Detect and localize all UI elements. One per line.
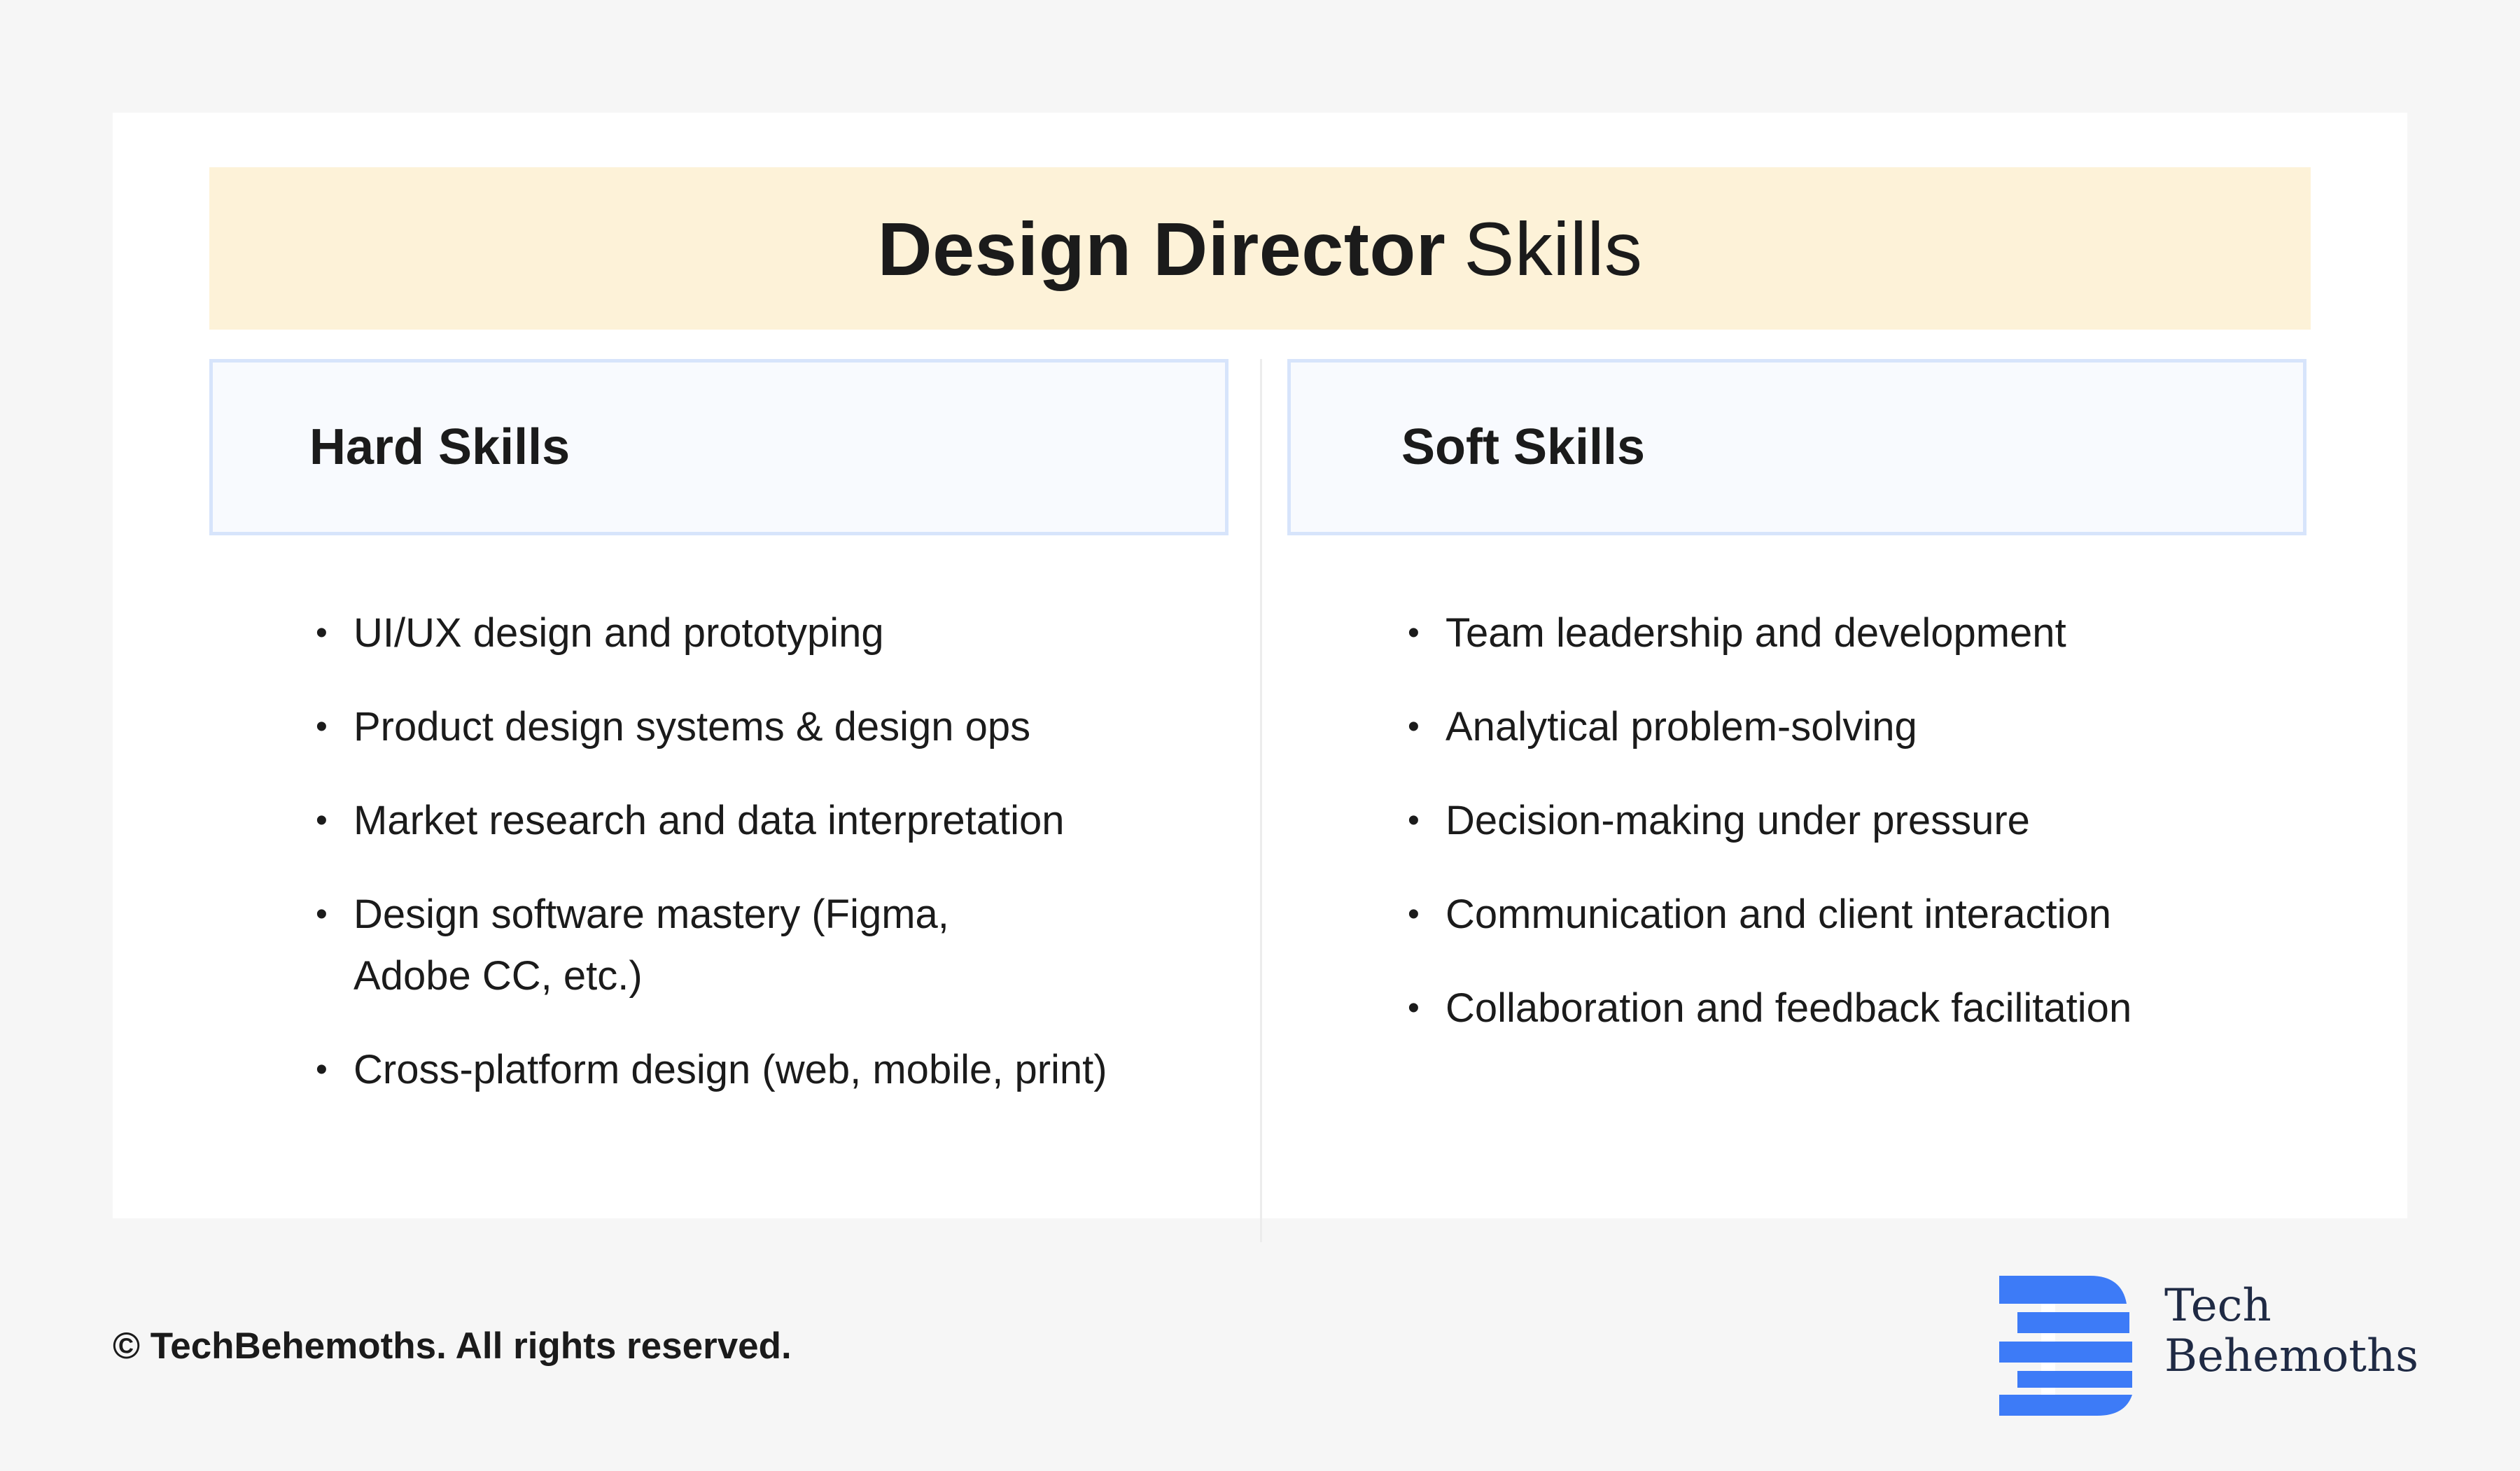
list-item: • Communication and client interaction bbox=[1408, 884, 2388, 945]
bullet: • bbox=[1408, 802, 1420, 839]
bullet: • bbox=[1408, 990, 1420, 1027]
copyright-text: © TechBehemoths. All rights reserved. bbox=[113, 1325, 792, 1367]
bullet: • bbox=[1408, 708, 1420, 745]
list-item: • Collaboration and feedback facilitation bbox=[1408, 978, 2388, 1039]
hard-skills-list: • UI/UX design and prototyping • Product d… bbox=[316, 603, 1226, 1133]
column-divider bbox=[1260, 359, 1262, 1242]
soft-skills-list: • Team leadership and development • Analyt… bbox=[1408, 603, 2388, 1071]
bullet: • bbox=[316, 896, 328, 933]
list-item: • Product design systems & design ops bbox=[316, 696, 1226, 758]
title-banner: Design Director Skills bbox=[209, 167, 2311, 330]
brand-line-2: Behemoths bbox=[2164, 1330, 2418, 1382]
skills-card: Design Director Skills Hard Skills Soft … bbox=[113, 113, 2407, 1242]
title-light: Skills bbox=[1464, 206, 1643, 291]
bullet: • bbox=[316, 614, 328, 652]
list-item: • Design software mastery (Figma, Adobe C… bbox=[316, 884, 1054, 1007]
list-item: • Cross-platform design (web, mobile, pri… bbox=[316, 1039, 1226, 1101]
bullet: • bbox=[1408, 614, 1420, 652]
bullet: • bbox=[1408, 896, 1420, 933]
bullet: • bbox=[316, 802, 328, 839]
list-item: • Market research and data interpretation bbox=[316, 790, 1226, 852]
hard-skills-title: Hard Skills bbox=[309, 419, 570, 475]
techbehemoths-logo-icon bbox=[1999, 1276, 2132, 1416]
list-item: • Analytical problem-solving bbox=[1408, 696, 2388, 758]
brand-wordmark: Tech Behemoths bbox=[2164, 1281, 2418, 1381]
bullet: • bbox=[316, 708, 328, 745]
hard-skills-header: Hard Skills bbox=[209, 359, 1228, 535]
soft-skills-title: Soft Skills bbox=[1401, 419, 1646, 475]
soft-skills-header: Soft Skills bbox=[1287, 359, 2306, 535]
title-bold: Design Director bbox=[877, 206, 1446, 291]
list-item: • UI/UX design and prototyping bbox=[316, 603, 1226, 664]
bullet: • bbox=[316, 1051, 328, 1088]
list-item: • Team leadership and development bbox=[1408, 603, 2388, 664]
list-item: • Decision-making under pressure bbox=[1408, 790, 2388, 852]
brand-line-1: Tech bbox=[2164, 1280, 2272, 1332]
